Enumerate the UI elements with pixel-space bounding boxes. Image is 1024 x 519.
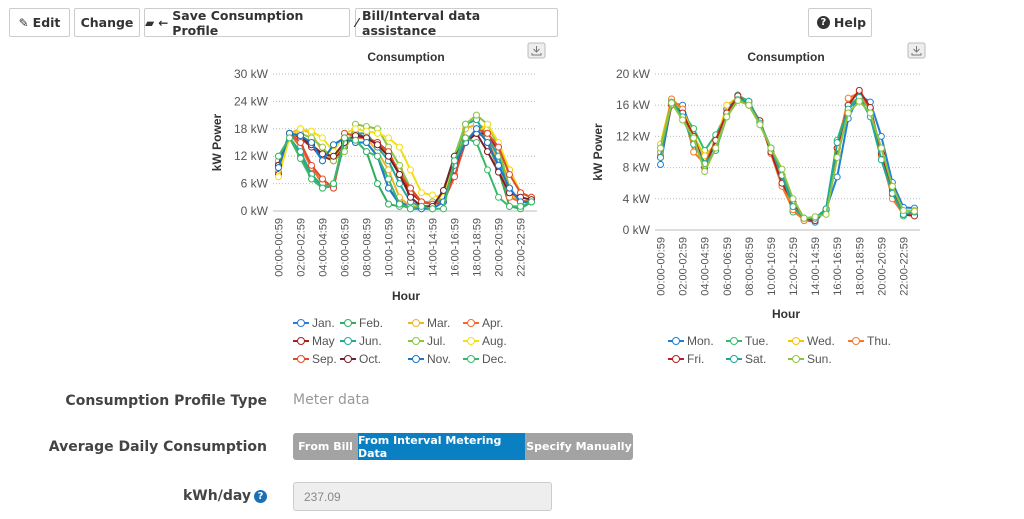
data-point [822, 210, 830, 218]
y-tick-label: 16 kW [616, 98, 651, 112]
data-point [657, 153, 665, 161]
data-point [844, 94, 852, 102]
legend-item[interactable]: Sun. [788, 352, 832, 366]
kwh-day-label-group: kWh/day? [183, 488, 267, 504]
data-point [712, 144, 720, 152]
legend-label: Fri. [687, 352, 704, 366]
kwh-day-input[interactable] [293, 482, 552, 511]
data-point [679, 116, 687, 124]
legend-label: Thu. [867, 334, 891, 348]
legend-label: Sun. [807, 352, 832, 366]
export-button[interactable] [907, 42, 926, 59]
y-tick-label: 0 kW [623, 223, 651, 237]
data-point [767, 144, 775, 152]
x-tick-label: 10:00-10:59 [766, 237, 778, 296]
data-point [734, 97, 742, 105]
legend-marker [852, 337, 860, 345]
data-point [723, 101, 731, 109]
legend-marker [672, 337, 680, 345]
x-tick-label: 20:00-20:59 [876, 237, 888, 296]
data-point [657, 160, 665, 168]
weekday-consumption-chart: Consumption 0 kW 4 kW 8 kW 12 kW 16 kW 20 kW 00… [591, 42, 926, 366]
data-point [877, 144, 885, 152]
y-tick-label: 4 kW [623, 192, 651, 206]
legend-marker [730, 337, 738, 345]
legend-item[interactable]: Thu. [848, 334, 891, 348]
legend-label: Mon. [687, 334, 714, 348]
series-line [659, 91, 915, 222]
data-point [800, 214, 808, 222]
y-axis-title: kW Power [591, 123, 605, 181]
legend-label: Sat. [745, 352, 766, 366]
chart-title: Consumption [747, 50, 824, 64]
data-point [811, 213, 819, 221]
legend-marker [792, 337, 800, 345]
profile-type-label: Consumption Profile Type [65, 393, 267, 409]
data-point [855, 97, 863, 105]
data-point [778, 165, 786, 173]
legend-item[interactable]: Sat. [726, 352, 766, 366]
data-point [899, 207, 907, 214]
x-tick-label: 08:00-08:59 [744, 237, 756, 296]
series-sat [657, 93, 918, 222]
x-tick-label: 00:00-00:59 [656, 237, 668, 296]
y-tick-label: 8 kW [623, 161, 651, 175]
data-point [833, 153, 841, 161]
data-point [866, 109, 874, 117]
data-point [833, 173, 841, 181]
avg-daily-label: Average Daily Consumption [48, 439, 267, 455]
specify-manually-option[interactable]: Specify Manually [525, 433, 633, 460]
data-point [668, 99, 676, 107]
legend-label: Tue. [745, 334, 769, 348]
x-tick-label: 02:00-02:59 [678, 237, 690, 296]
avg-daily-toggle[interactable]: From Bill From Interval Metering Data Sp… [293, 433, 633, 460]
data-point [657, 144, 665, 152]
legend-marker [792, 355, 800, 363]
legend-item[interactable]: Wed. [788, 334, 835, 348]
x-tick-label: 16:00-16:59 [832, 237, 844, 296]
x-tick-label: 04:00-04:59 [700, 237, 712, 296]
help-circle-icon[interactable]: ? [254, 489, 267, 503]
legend-item[interactable]: Mon. [668, 334, 714, 348]
x-tick-label: 06:00-06:59 [722, 237, 734, 296]
data-point [789, 195, 797, 203]
data-point [756, 121, 764, 129]
data-point [745, 101, 753, 109]
legend-marker [672, 355, 680, 363]
legend-marker [730, 355, 738, 363]
data-point [910, 207, 918, 215]
y-tick-label: 20 kW [616, 67, 651, 81]
data-point [690, 134, 698, 142]
data-point [723, 113, 731, 121]
profile-type-value: Meter data [293, 392, 370, 408]
y-tick-label: 12 kW [616, 129, 651, 143]
legend-item[interactable]: Tue. [726, 334, 769, 348]
data-point [844, 109, 852, 117]
legend-item[interactable]: Fri. [668, 352, 704, 366]
data-point [888, 182, 896, 190]
data-point [855, 86, 863, 94]
x-tick-label: 22:00-22:59 [898, 237, 910, 296]
kwh-day-label: kWh/day [183, 488, 251, 504]
legend-label: Wed. [807, 334, 835, 348]
x-axis-title: Hour [772, 307, 800, 321]
x-tick-label: 12:00-12:59 [788, 237, 800, 296]
x-tick-label: 14:00-14:59 [810, 237, 822, 296]
data-point [701, 168, 709, 175]
from-bill-option[interactable]: From Bill [293, 433, 358, 460]
from-interval-option[interactable]: From Interval Metering Data [358, 433, 525, 460]
series-thu [657, 89, 918, 225]
x-tick-label: 18:00-18:59 [854, 237, 866, 296]
data-point [833, 139, 841, 147]
